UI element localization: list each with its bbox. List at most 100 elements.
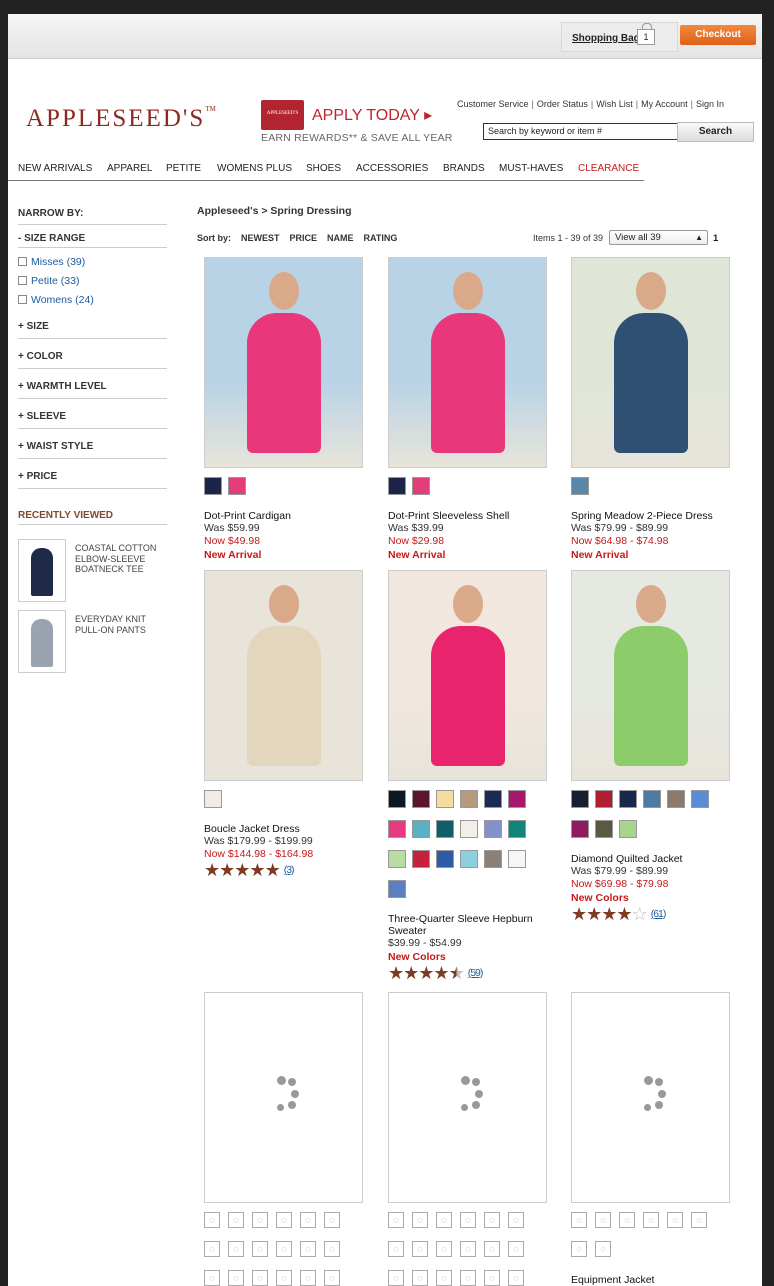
color-swatch[interactable] [595, 820, 613, 838]
util-link[interactable]: Sign In [696, 99, 724, 109]
product-name[interactable]: Equipment Jacket [571, 1274, 654, 1286]
util-link[interactable]: Order Status [537, 99, 588, 109]
color-swatch[interactable] [460, 790, 478, 808]
search-button[interactable]: Search [677, 122, 754, 142]
color-swatch[interactable] [484, 850, 502, 868]
promo-apply-today[interactable]: APPLY TODAY ▸ [312, 105, 432, 125]
color-swatch[interactable] [436, 790, 454, 808]
facet-toggle[interactable]: + WAIST STYLE [18, 441, 167, 459]
product-image[interactable] [388, 992, 547, 1203]
nav-item[interactable]: CLEARANCE [578, 163, 639, 174]
recent-item-name[interactable]: COASTAL COTTON ELBOW-SLEEVE BOATNECK TEE [75, 543, 165, 575]
site-logo[interactable]: APPLESEED'STM [26, 105, 216, 133]
nav-item[interactable]: WOMENS PLUS [217, 163, 292, 174]
color-swatch[interactable] [204, 790, 222, 808]
credit-card-image[interactable]: APPLESEED'S [261, 100, 304, 130]
sort-option[interactable]: NAME [327, 233, 354, 243]
nav-item[interactable]: APPAREL [107, 163, 152, 174]
color-swatch[interactable] [571, 477, 589, 495]
nav-item[interactable]: ACCESSORIES [356, 163, 428, 174]
sort-option[interactable]: RATING [364, 233, 398, 243]
color-swatch[interactable] [508, 790, 526, 808]
product-image[interactable] [388, 570, 547, 781]
color-swatch[interactable] [571, 790, 589, 808]
util-link[interactable]: Customer Service [457, 99, 529, 109]
color-swatch[interactable] [436, 820, 454, 838]
size-option[interactable]: Misses (39) [18, 253, 167, 272]
page-number[interactable]: 1 [713, 233, 718, 244]
color-swatch[interactable] [436, 850, 454, 868]
color-swatch[interactable] [460, 820, 478, 838]
util-link[interactable]: Wish List [596, 99, 633, 109]
product-image[interactable] [204, 570, 363, 781]
color-swatch[interactable] [571, 820, 589, 838]
checkbox[interactable] [18, 295, 27, 304]
color-swatch[interactable] [412, 850, 430, 868]
facet-toggle[interactable]: + WARMTH LEVEL [18, 381, 167, 399]
product-image[interactable] [571, 992, 730, 1203]
product-image[interactable] [204, 992, 363, 1203]
rating-stars[interactable]: ★★★★★ (59) [388, 964, 548, 982]
color-swatch[interactable] [484, 790, 502, 808]
sort-option[interactable]: PRICE [290, 233, 318, 243]
color-swatch[interactable] [484, 820, 502, 838]
color-swatch[interactable] [388, 790, 406, 808]
view-all-select[interactable]: View all 39 ▲ [609, 230, 708, 245]
facet-toggle[interactable]: + COLOR [18, 351, 167, 369]
checkout-button[interactable]: Checkout [680, 25, 756, 45]
product-image[interactable] [571, 570, 730, 781]
nav-item[interactable]: BRANDS [443, 163, 485, 174]
color-swatch[interactable] [204, 477, 222, 495]
rating-stars[interactable]: ★★★★★ (3) [204, 861, 364, 879]
color-swatch[interactable] [412, 820, 430, 838]
sort-option[interactable]: NEWEST [241, 233, 280, 243]
review-count-link[interactable]: (3) [284, 864, 295, 876]
color-swatch[interactable] [595, 790, 613, 808]
product-name[interactable]: Dot-Print Cardigan [204, 510, 364, 522]
review-count-link[interactable]: (59) [468, 967, 484, 979]
review-count-link[interactable]: (61) [651, 908, 667, 920]
search-input[interactable]: Search by keyword or item # [483, 123, 682, 140]
product-name[interactable]: Spring Meadow 2-Piece Dress [571, 510, 731, 522]
color-swatch[interactable] [388, 477, 406, 495]
shopping-bag-box[interactable]: Shopping Bag 1 [561, 22, 678, 52]
rating-stars[interactable]: ★★★★☆ (61) [571, 905, 731, 923]
checkbox[interactable] [18, 257, 27, 266]
recent-thumbnail[interactable] [18, 539, 66, 602]
recent-item-name[interactable]: EVERYDAY KNIT PULL-ON PANTS [75, 614, 165, 635]
facet-size-range[interactable]: - SIZE RANGE [18, 233, 167, 248]
color-swatch[interactable] [667, 790, 685, 808]
nav-item[interactable]: SHOES [306, 163, 341, 174]
shopping-bag-link[interactable]: Shopping Bag [572, 33, 640, 44]
checkbox[interactable] [18, 276, 27, 285]
color-swatch[interactable] [228, 477, 246, 495]
facet-toggle[interactable]: + SLEEVE [18, 411, 167, 429]
color-swatch[interactable] [643, 790, 661, 808]
color-swatch[interactable] [388, 820, 406, 838]
color-swatch[interactable] [508, 850, 526, 868]
color-swatch[interactable] [412, 477, 430, 495]
product-image[interactable] [571, 257, 730, 468]
color-swatch[interactable] [619, 790, 637, 808]
color-swatch[interactable] [388, 880, 406, 898]
product-image[interactable] [388, 257, 547, 468]
facet-toggle[interactable]: + SIZE [18, 321, 167, 339]
product-name[interactable]: Boucle Jacket Dress [204, 823, 364, 835]
product-name[interactable]: Three-Quarter Sleeve Hepburn Sweater [388, 913, 548, 937]
color-swatch[interactable] [691, 790, 709, 808]
breadcrumb[interactable]: Appleseed's > Spring Dressing [197, 205, 352, 217]
facet-toggle[interactable]: + PRICE [18, 471, 167, 489]
size-option[interactable]: Womens (24) [18, 291, 167, 310]
color-swatch[interactable] [412, 790, 430, 808]
size-option[interactable]: Petite (33) [18, 272, 167, 291]
product-name[interactable]: Dot-Print Sleeveless Shell [388, 510, 548, 522]
util-link[interactable]: My Account [641, 99, 688, 109]
nav-item[interactable]: MUST-HAVES [499, 163, 563, 174]
color-swatch[interactable] [619, 820, 637, 838]
color-swatch[interactable] [460, 850, 478, 868]
product-name[interactable]: Diamond Quilted Jacket [571, 853, 731, 865]
nav-item[interactable]: PETITE [166, 163, 201, 174]
recent-thumbnail[interactable] [18, 610, 66, 673]
product-image[interactable] [204, 257, 363, 468]
color-swatch[interactable] [388, 850, 406, 868]
